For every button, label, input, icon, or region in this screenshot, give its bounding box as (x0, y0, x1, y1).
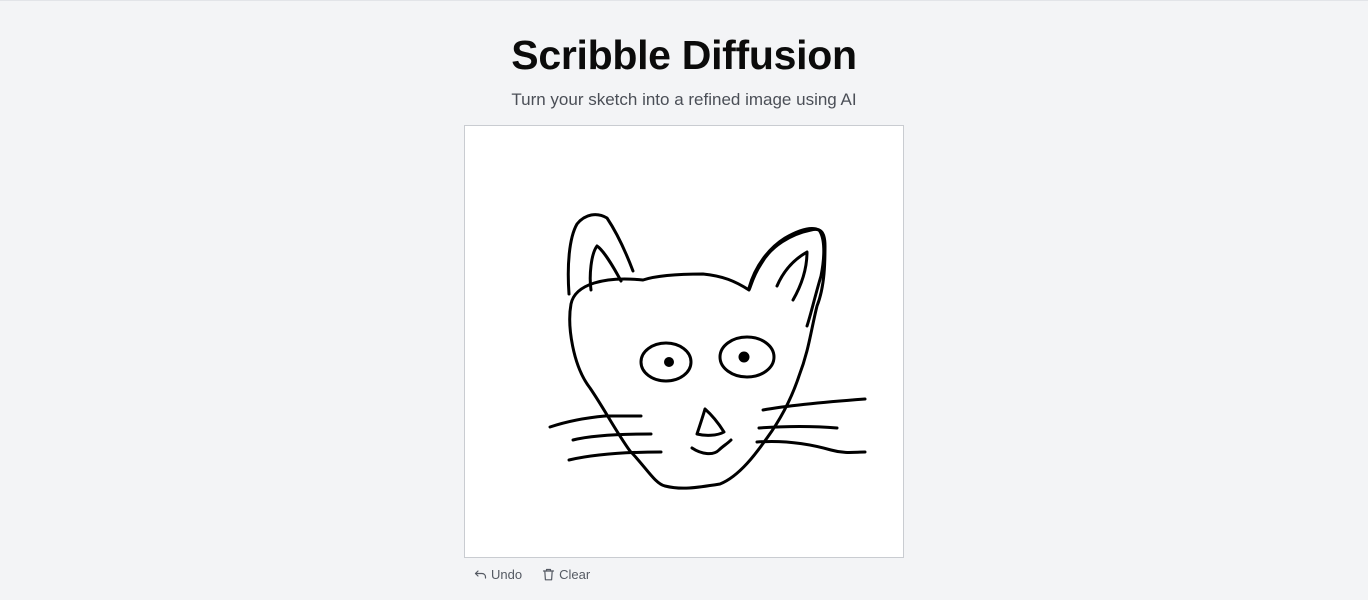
app-page: Scribble Diffusion Turn your sketch into… (0, 0, 1368, 600)
sketch-drawing (548, 213, 867, 490)
cat-right-whisker-3 (755, 440, 867, 454)
trash-icon (542, 568, 555, 581)
cat-left-whisker-3 (567, 450, 663, 462)
undo-icon (474, 568, 487, 581)
page-title: Scribble Diffusion (511, 32, 857, 78)
cat-left-whisker-2 (571, 432, 653, 442)
canvas-toolbar: Undo Clear (474, 565, 590, 583)
cat-left-pupil (664, 357, 674, 367)
undo-label: Undo (491, 566, 523, 582)
clear-button[interactable]: Clear (542, 567, 590, 582)
sketch-canvas[interactable] (464, 125, 904, 558)
cat-left-whisker-1 (548, 414, 643, 429)
cat-right-whisker-1 (761, 397, 867, 412)
cat-right-ear-stroke (747, 226, 826, 328)
page-subtitle: Turn your sketch into a refined image us… (511, 90, 857, 109)
cat-right-whisker-2 (757, 425, 839, 430)
clear-label: Clear (559, 566, 591, 582)
cat-nose-stroke (695, 407, 726, 437)
undo-button[interactable]: Undo (474, 567, 522, 582)
cat-mouth-stroke (690, 438, 733, 456)
cat-right-pupil (738, 351, 750, 363)
cat-right-inner-ear-stroke (775, 250, 809, 302)
